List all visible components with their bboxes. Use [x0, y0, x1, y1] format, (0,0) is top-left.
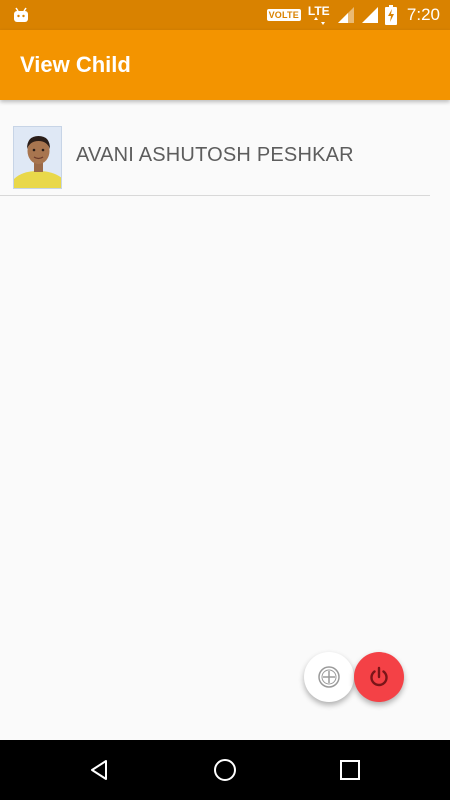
power-icon: [370, 666, 388, 687]
list-item[interactable]: AVANI ASHUTOSH PESHKAR: [0, 100, 430, 196]
lte-signal-icon: LTE: [307, 3, 331, 27]
back-icon[interactable]: [87, 757, 113, 783]
child-name: AVANI ASHUTOSH PESHKAR: [76, 144, 354, 166]
app-bar: View Child: [0, 30, 450, 100]
recent-apps-icon[interactable]: [337, 757, 363, 783]
signal-icon: [361, 7, 378, 23]
status-bar: VOLTE LTE 7:20: [0, 0, 450, 30]
add-circle-icon: [318, 666, 340, 688]
home-icon[interactable]: [212, 757, 238, 783]
signal-icon: [337, 7, 354, 23]
logout-button[interactable]: [354, 652, 404, 702]
page-title: View Child: [20, 52, 131, 77]
clock: 7:20: [406, 5, 440, 24]
volte-icon: VOLTE: [266, 9, 301, 21]
navigation-bar: [0, 740, 450, 800]
android-icon: [14, 7, 28, 22]
add-child-button[interactable]: [304, 652, 354, 702]
child-list: AVANI ASHUTOSH PESHKAR: [0, 100, 450, 196]
battery-charging-icon: [384, 5, 397, 25]
child-photo: [13, 126, 62, 189]
